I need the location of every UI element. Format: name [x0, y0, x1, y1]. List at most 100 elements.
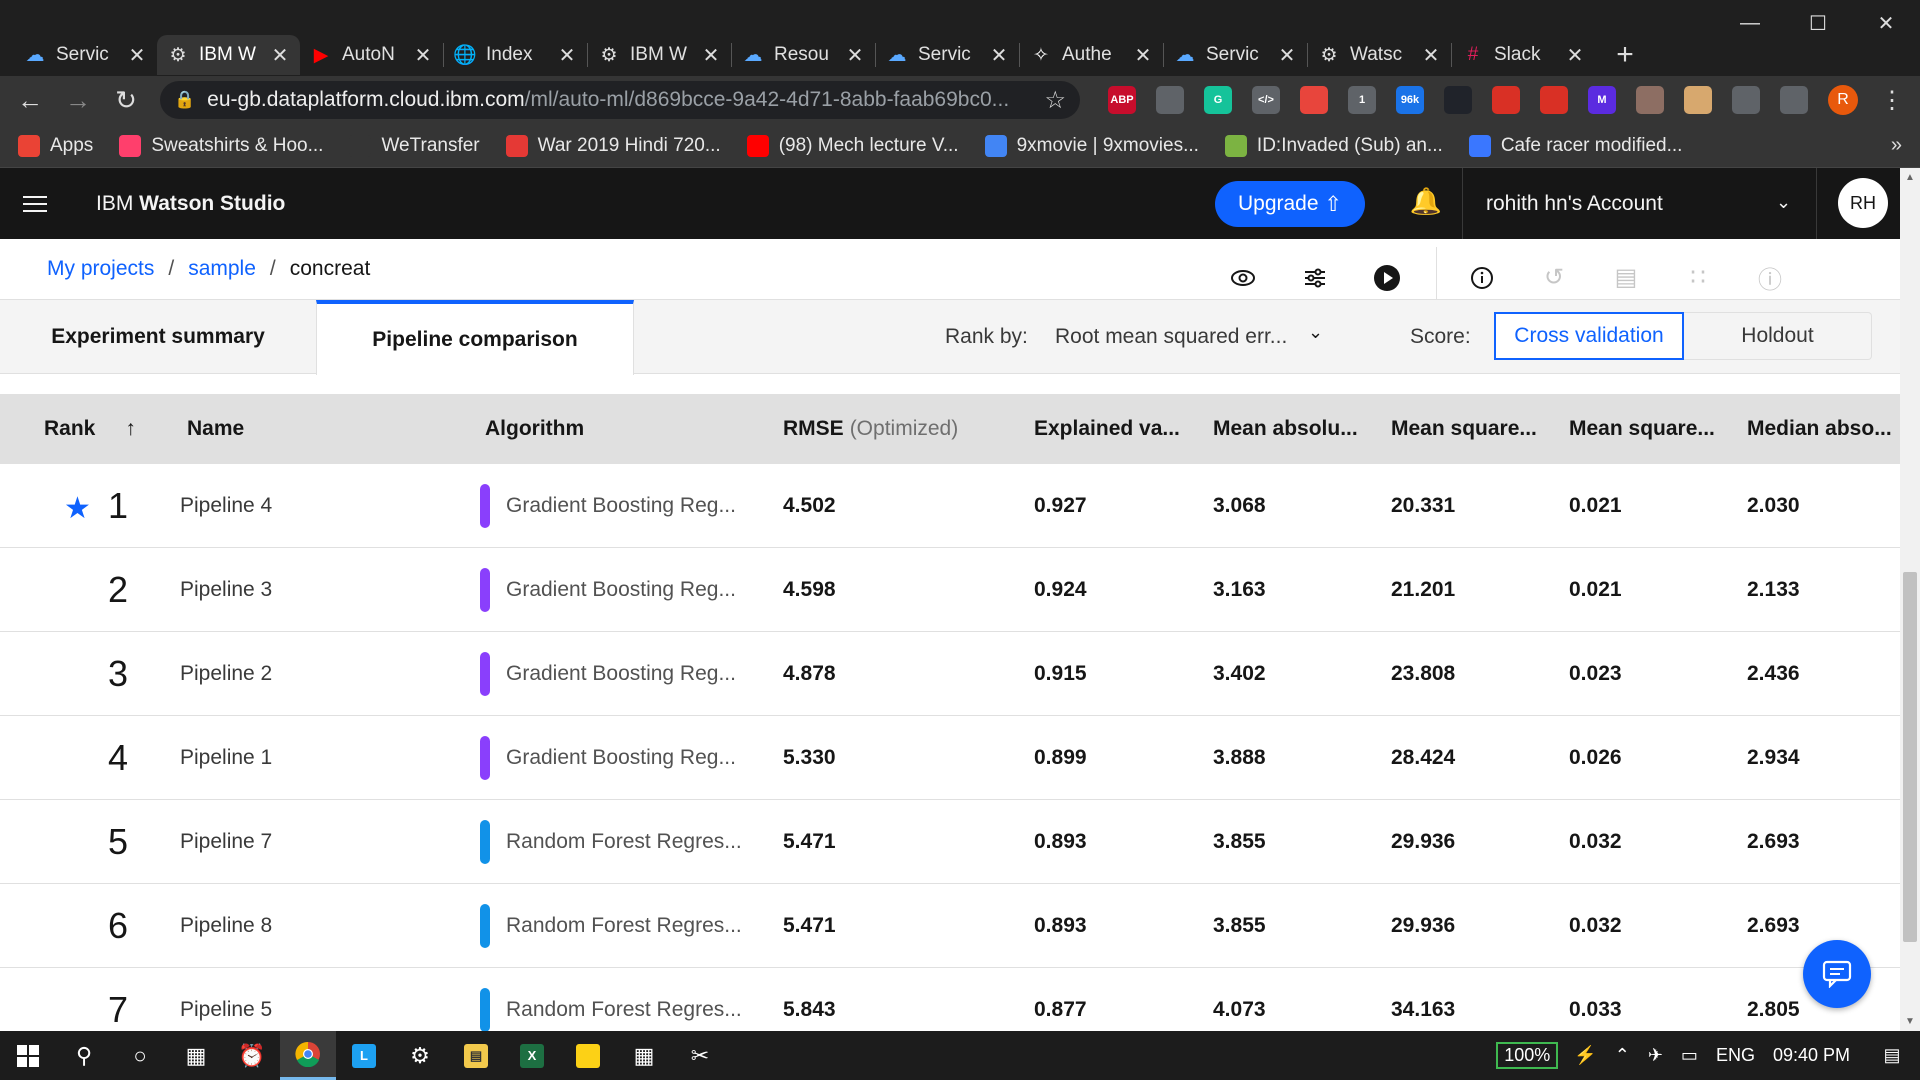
- column-mean-squared-log-error[interactable]: Mean square...: [1569, 394, 1715, 464]
- table-row[interactable]: 4 Pipeline 1 Gradient Boosting Reg... 5.330…: [0, 716, 1900, 800]
- scrollbar-thumb[interactable]: [1903, 572, 1917, 942]
- bookmark-item[interactable]: WeTransfer: [349, 134, 480, 157]
- pipeline-name[interactable]: Pipeline 3: [180, 548, 272, 632]
- steam-icon[interactable]: ⚙: [392, 1031, 448, 1080]
- close-tab-icon[interactable]: ✕: [1565, 43, 1585, 68]
- rank-by-dropdown[interactable]: Root mean squared err...: [1055, 300, 1287, 374]
- close-tab-icon[interactable]: ✕: [127, 43, 147, 68]
- table-row[interactable]: 2 Pipeline 3 Gradient Boosting Reg... 4.598…: [0, 548, 1900, 632]
- pipeline-name[interactable]: Pipeline 2: [180, 632, 272, 716]
- arrow-extension-icon[interactable]: [1492, 86, 1520, 114]
- column-rank[interactable]: Rank ↑: [44, 394, 136, 464]
- browser-tab[interactable]: 🌐 Index ✕: [444, 35, 587, 75]
- tab-pipeline-comparison[interactable]: Pipeline comparison: [316, 300, 634, 375]
- bookmarks-overflow-icon[interactable]: »: [1891, 134, 1902, 157]
- bookmark-item[interactable]: (98) Mech lecture V...: [746, 134, 959, 157]
- forward-icon[interactable]: →: [58, 80, 98, 120]
- info-icon[interactable]: [1459, 255, 1505, 301]
- bird-extension-icon[interactable]: 96k: [1396, 86, 1424, 114]
- browser-tab[interactable]: ☁ Servic ✕: [876, 35, 1019, 75]
- pipeline-name[interactable]: Pipeline 4: [180, 464, 272, 548]
- browser-tab[interactable]: ✧ Authe ✕: [1020, 35, 1163, 75]
- bookmark-item[interactable]: ID:Invaded (Sub) an...: [1224, 134, 1443, 157]
- cookie2-extension-icon[interactable]: [1684, 86, 1712, 114]
- maximize-icon[interactable]: ☐: [1784, 0, 1852, 46]
- browser-tab[interactable]: ⚙ Watsc ✕: [1308, 35, 1451, 75]
- column-name[interactable]: Name: [187, 394, 244, 464]
- url-bar[interactable]: 🔒 eu-gb.dataplatform.cloud.ibm.com/ml/au…: [160, 81, 1080, 119]
- chrome-icon[interactable]: [280, 1031, 336, 1080]
- pipeline-name[interactable]: Pipeline 7: [180, 800, 272, 884]
- l-app-icon[interactable]: L: [336, 1031, 392, 1080]
- back-icon[interactable]: ←: [10, 80, 50, 120]
- new-tab-icon[interactable]: +: [1605, 35, 1645, 75]
- bookmark-item[interactable]: Cafe racer modified...: [1468, 134, 1682, 157]
- column-median-absolute-error[interactable]: Median abso...: [1747, 394, 1892, 464]
- bookmark-item[interactable]: Sweatshirts & Hoo...: [119, 134, 323, 157]
- snipping-tool-icon[interactable]: ✂: [672, 1031, 728, 1080]
- history-icon[interactable]: ↺: [1531, 255, 1577, 301]
- settings-sliders-icon[interactable]: [1292, 255, 1338, 301]
- column-mean-squared-error[interactable]: Mean square...: [1391, 394, 1537, 464]
- close-tab-icon[interactable]: ✕: [989, 43, 1009, 68]
- profile-avatar[interactable]: R: [1828, 85, 1858, 115]
- bookmark-item[interactable]: Apps: [18, 134, 93, 157]
- tray-chevron-up-icon[interactable]: ⌃: [1615, 1045, 1630, 1066]
- breadcrumb-my-projects[interactable]: My projects: [47, 257, 154, 281]
- bookmark-item[interactable]: War 2019 Hindi 720...: [505, 134, 721, 157]
- action-center-icon[interactable]: ▤: [1874, 1031, 1910, 1080]
- power-plug-icon[interactable]: ⚡: [1574, 1045, 1596, 1066]
- battery-icon[interactable]: ▭: [1681, 1045, 1698, 1066]
- calculator-icon[interactable]: ▦: [616, 1031, 672, 1080]
- close-tab-icon[interactable]: ✕: [845, 43, 865, 68]
- spiral-extension-icon[interactable]: [1300, 86, 1328, 114]
- sort-arrow-up-icon[interactable]: ↑: [125, 417, 136, 441]
- grammarly-extension-icon[interactable]: G: [1204, 86, 1232, 114]
- chat-support-button[interactable]: [1803, 940, 1871, 1008]
- close-tab-icon[interactable]: ✕: [557, 43, 577, 68]
- file-explorer-icon[interactable]: ▤: [448, 1031, 504, 1080]
- pipeline-name[interactable]: Pipeline 8: [180, 884, 272, 968]
- column-rmse[interactable]: RMSE (Optimized): [783, 394, 958, 464]
- breadcrumb-sample[interactable]: sample: [188, 257, 256, 281]
- eye-icon[interactable]: [1220, 255, 1266, 301]
- browser-tab[interactable]: # Slack ✕: [1452, 35, 1595, 75]
- abp-extension-icon[interactable]: ABP: [1108, 86, 1136, 114]
- minimize-icon[interactable]: —: [1716, 0, 1784, 46]
- column-algorithm[interactable]: Algorithm: [485, 394, 584, 464]
- playlist-extension-icon[interactable]: [1780, 86, 1808, 114]
- task-view-icon[interactable]: ▦: [168, 1031, 224, 1080]
- hamburger-menu-icon[interactable]: [0, 168, 70, 239]
- cross-validation-button[interactable]: Cross validation: [1494, 312, 1684, 360]
- clock-app-icon[interactable]: ⏰: [224, 1031, 280, 1080]
- comment-icon[interactable]: ▤: [1603, 255, 1649, 301]
- account-switcher[interactable]: rohith hn's Account: [1486, 168, 1663, 239]
- bookmark-item[interactable]: 9xmovie | 9xmovies...: [984, 134, 1199, 157]
- pipeline-name[interactable]: Pipeline 1: [180, 716, 272, 800]
- upgrade-button[interactable]: Upgrade ⇧: [1215, 181, 1365, 227]
- react-extension-icon[interactable]: [1444, 86, 1472, 114]
- table-row[interactable]: 6 Pipeline 8 Random Forest Regres... 5.471 0…: [0, 884, 1900, 968]
- browser-tab[interactable]: ⚙ IBM W ✕: [588, 35, 731, 75]
- cortana-icon[interactable]: ○: [112, 1031, 168, 1080]
- apps-icon[interactable]: ∷: [1675, 255, 1721, 301]
- user-avatar[interactable]: RH: [1838, 178, 1888, 228]
- scroll-down-icon[interactable]: ▼: [1905, 1016, 1915, 1027]
- holdout-button[interactable]: Holdout: [1684, 312, 1872, 360]
- browser-tab[interactable]: ☁ Resou ✕: [732, 35, 875, 75]
- close-tab-icon[interactable]: ✕: [1277, 43, 1297, 68]
- close-tab-icon[interactable]: ✕: [413, 43, 433, 68]
- help-icon[interactable]: ⓘ: [1747, 255, 1793, 301]
- browser-tab[interactable]: ☁ Servic ✕: [14, 35, 157, 75]
- windows-start-icon[interactable]: [0, 1031, 56, 1080]
- code-extension-icon[interactable]: </>: [1252, 86, 1280, 114]
- close-tab-icon[interactable]: ✕: [270, 43, 290, 68]
- browser-tab[interactable]: ☁ Servic ✕: [1164, 35, 1307, 75]
- table-row[interactable]: ★ 1 Pipeline 4 Gradient Boosting Reg... 4.50…: [0, 464, 1900, 548]
- chevron-down-icon[interactable]: ⌄: [1308, 322, 1323, 343]
- reload-icon[interactable]: ↻: [106, 80, 146, 120]
- link-extension-icon[interactable]: 1: [1348, 86, 1376, 114]
- chevron-down-icon[interactable]: ⌄: [1776, 192, 1791, 213]
- browser-menu-icon[interactable]: ⋮: [1880, 86, 1904, 115]
- language-indicator[interactable]: ENG: [1716, 1045, 1755, 1066]
